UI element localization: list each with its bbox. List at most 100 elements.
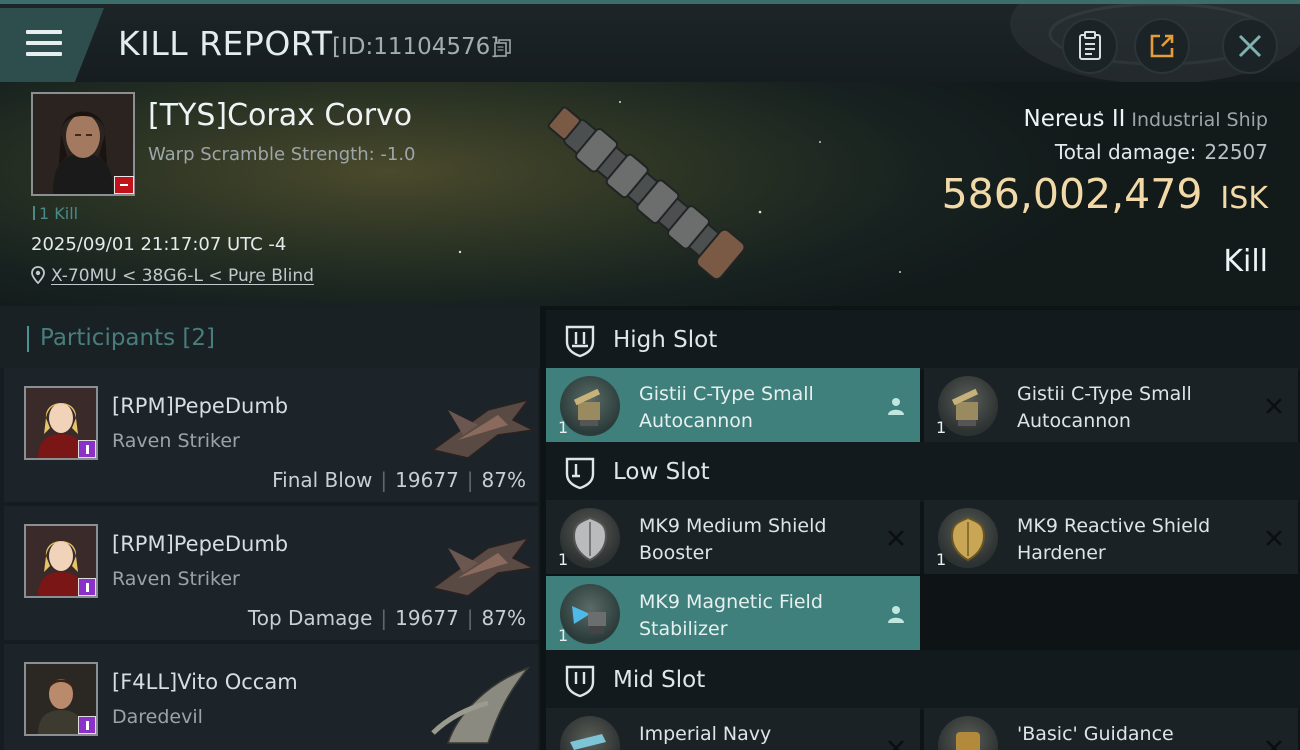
navy-module-icon xyxy=(560,716,620,750)
high-slot-icon xyxy=(565,325,595,358)
destroyed-x-icon xyxy=(1266,740,1282,750)
kill-count: 1 Kill xyxy=(33,204,78,223)
dropped-person-icon xyxy=(888,606,904,623)
participant-name[interactable]: [RPM]PepeDumb xyxy=(112,532,288,556)
participant-ship: Raven Striker xyxy=(112,568,240,590)
participant-role: Top Damage xyxy=(247,606,373,630)
implant-badge xyxy=(78,716,96,734)
participant-percent: 87% xyxy=(481,606,526,630)
participant-role: Final Blow xyxy=(272,468,373,492)
location-link[interactable]: X-70MU < 38G6-L < Pure Blind xyxy=(51,266,314,286)
warp-scramble-strength: Warp Scramble Strength: -1.0 xyxy=(148,144,416,165)
copy-icon[interactable] xyxy=(494,39,512,57)
guidance-module-icon xyxy=(938,716,998,750)
module-item[interactable]: 'Basic' Guidance xyxy=(924,708,1298,750)
low-slot-label: Low Slot xyxy=(613,459,710,485)
module-name: MK9 Magnetic Field Stabilizer xyxy=(639,591,823,640)
participants-label: Participants xyxy=(40,325,176,351)
implant-badge xyxy=(78,578,96,596)
isk-unit: ISK xyxy=(1220,181,1268,216)
victim-ship[interactable]: Nereus II Industrial Ship xyxy=(1024,106,1269,132)
clipboard-icon xyxy=(1079,31,1101,60)
kill-location[interactable]: X-70MU < 38G6-L < Pure Blind xyxy=(31,266,314,286)
destroyed-x-icon xyxy=(888,740,904,750)
participants-panel: Participants [2] [RPM]PepeDumb Raven Str… xyxy=(0,306,540,750)
ship-class: Industrial Ship xyxy=(1131,109,1268,131)
module-quantity: 1 xyxy=(936,418,947,437)
participant-row[interactable]: [RPM]PepeDumb Raven Striker Final Blow | 1… xyxy=(4,368,538,502)
participant-ship: Daredevil xyxy=(112,706,203,728)
autocannon-icon xyxy=(560,376,620,436)
menu-button[interactable] xyxy=(0,8,104,82)
destroyed-x-icon xyxy=(1266,398,1282,414)
outcome-label: Kill xyxy=(1223,244,1268,279)
dropped-person-icon xyxy=(888,398,904,415)
victim-ship-render xyxy=(547,106,746,281)
kill-datetime: 2025/09/01 21:17:07 UTC -4 xyxy=(31,234,287,255)
destroyed-x-icon xyxy=(1266,530,1282,546)
share-button[interactable] xyxy=(1134,18,1190,74)
shield-hardener-icon xyxy=(938,508,998,568)
module-quantity: 1 xyxy=(558,550,569,569)
participants-header: Participants [2] xyxy=(0,306,540,368)
fitting-panel: High Slot 1 Gistii C-Type Small Autocann… xyxy=(540,306,1300,750)
total-damage-label: Total damage: xyxy=(1054,140,1197,164)
module-item[interactable]: 1 Gistii C-Type Small Autocannon xyxy=(546,368,920,442)
close-button[interactable] xyxy=(1222,18,1278,74)
participant-row[interactable]: [F4LL]Vito Occam Daredevil xyxy=(4,644,538,750)
participant-ship-render xyxy=(431,666,531,744)
module-name: Gistii C-Type Small Autocannon xyxy=(1017,383,1192,432)
victim-status-badge xyxy=(114,176,134,194)
participant-ship-render xyxy=(431,398,536,459)
high-slot-label: High Slot xyxy=(613,327,718,353)
location-pin-icon xyxy=(31,266,45,284)
low-slot-header: Low Slot xyxy=(546,442,1300,502)
module-item[interactable]: 1 MK9 Medium Shield Booster xyxy=(546,500,920,574)
module-item[interactable]: 1 Gistii C-Type Small Autocannon xyxy=(924,368,1298,442)
participant-stats: Top Damage | 19677 | 87% xyxy=(247,606,526,630)
module-name: 'Basic' Guidance xyxy=(1017,723,1174,745)
participant-row[interactable]: [RPM]PepeDumb Raven Striker Top Damage | 1… xyxy=(4,506,538,640)
high-slot-header: High Slot xyxy=(546,310,1300,370)
victim-banner: [TYS]Corax Corvo Warp Scramble Strength:… xyxy=(0,82,1300,306)
module-item[interactable]: Imperial Navy xyxy=(546,708,920,750)
share-icon xyxy=(1150,34,1174,58)
module-quantity: 1 xyxy=(936,550,947,569)
module-item[interactable]: 1 MK9 Magnetic Field Stabilizer xyxy=(546,576,920,650)
hamburger-icon xyxy=(26,30,62,56)
mid-slot-header: Mid Slot xyxy=(546,650,1300,710)
clipboard-button[interactable] xyxy=(1062,18,1118,74)
participant-name[interactable]: [F4LL]Vito Occam xyxy=(112,670,298,694)
victim-name[interactable]: [TYS]Corax Corvo xyxy=(148,98,412,133)
magnetic-field-stabilizer-icon xyxy=(560,584,620,644)
module-name: Gistii C-Type Small Autocannon xyxy=(639,383,814,432)
participant-ship: Raven Striker xyxy=(112,430,240,452)
participant-damage: 19677 xyxy=(395,606,459,630)
module-name: MK9 Reactive Shield Hardener xyxy=(1017,515,1211,564)
report-id: [ID:11104576] xyxy=(332,34,500,60)
module-name: Imperial Navy xyxy=(639,723,772,745)
module-name: MK9 Medium Shield Booster xyxy=(639,515,827,564)
destroyed-x-icon xyxy=(888,530,904,546)
low-slot-icon xyxy=(565,457,595,490)
implant-badge xyxy=(78,440,96,458)
participants-count: [2] xyxy=(182,325,216,351)
participant-stats: Final Blow | 19677 | 87% xyxy=(272,468,526,492)
module-item[interactable]: 1 MK9 Reactive Shield Hardener xyxy=(924,500,1298,574)
module-quantity: 1 xyxy=(558,418,569,437)
participant-percent: 87% xyxy=(481,468,526,492)
shield-booster-icon xyxy=(560,508,620,568)
total-damage-value: 22507 xyxy=(1204,140,1268,164)
top-bar: KILL REPORT [ID:11104576] xyxy=(0,0,1300,84)
close-icon xyxy=(1238,34,1262,58)
mid-slot-icon xyxy=(565,665,595,698)
participant-name[interactable]: [RPM]PepeDumb xyxy=(112,394,288,418)
mid-slot-label: Mid Slot xyxy=(613,667,706,693)
autocannon-icon xyxy=(938,376,998,436)
isk-amount: 586,002,479 xyxy=(941,170,1203,218)
page-title: KILL REPORT xyxy=(118,24,333,63)
isk-value: 586,002,479 ISK xyxy=(942,170,1268,218)
module-quantity: 1 xyxy=(558,626,569,645)
participant-ship-render xyxy=(431,536,536,597)
participant-damage: 19677 xyxy=(395,468,459,492)
